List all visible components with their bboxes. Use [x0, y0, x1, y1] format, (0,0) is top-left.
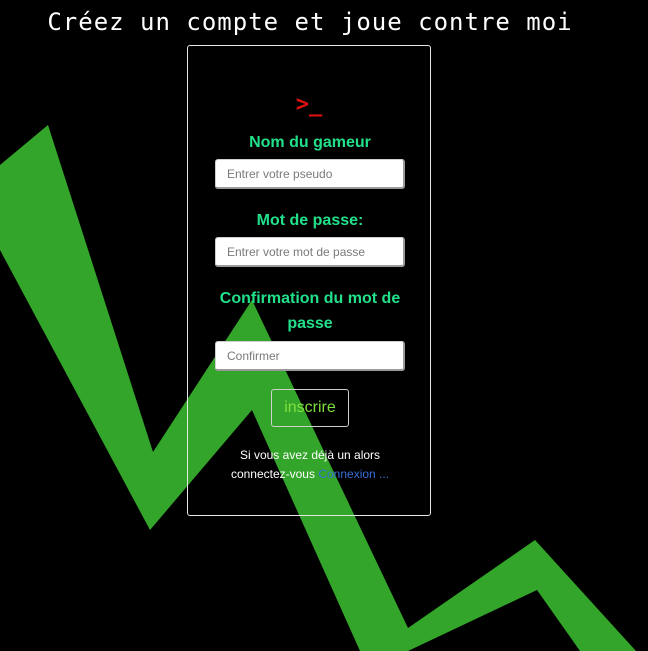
username-label: Nom du gameur	[249, 134, 371, 151]
signup-page: Créez un compte et joue contre moi >_ No…	[0, 0, 648, 651]
confirm-password-label: Confirmation du mot de passe	[219, 290, 401, 332]
signup-submit-button[interactable]: inscrire	[271, 389, 349, 427]
page-title: Créez un compte et joue contre moi	[47, 8, 573, 36]
password-label: Mot de passe:	[256, 212, 364, 229]
signup-card: >_ Nom du gameur Mot de passe: Confirmat…	[187, 45, 431, 516]
confirm-password-input[interactable]	[215, 341, 405, 371]
password-input[interactable]	[215, 237, 405, 267]
login-link[interactable]: Connexion ...	[318, 467, 389, 481]
login-prompt-line2: connectez-vous	[230, 467, 315, 481]
username-input[interactable]	[215, 159, 405, 189]
login-prompt: Si vous avez déjà un alors connectez-vou…	[198, 446, 422, 484]
login-prompt-line1: Si vous avez déjà un alors	[239, 448, 381, 462]
terminal-prompt-icon: >_	[295, 92, 323, 117]
